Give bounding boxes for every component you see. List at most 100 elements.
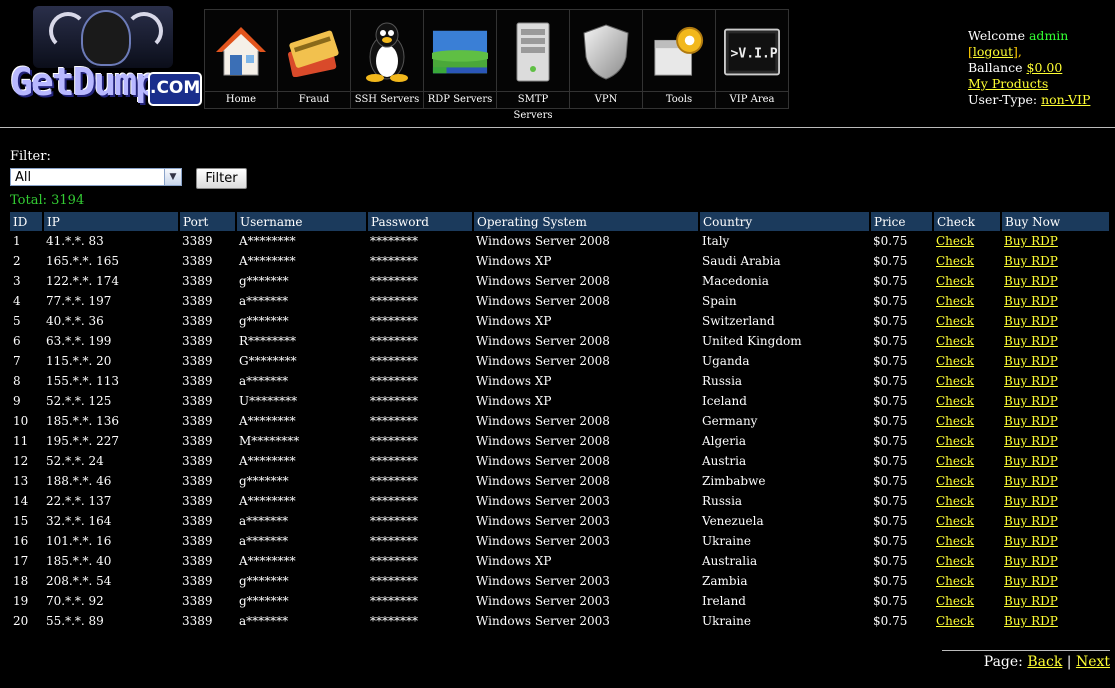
nav-ssh-servers[interactable]: SSH Servers <box>351 10 424 108</box>
cell-ip: 55.*.*. 89 <box>46 614 104 628</box>
cell-id: 12 <box>13 454 29 468</box>
cell-username: A******** <box>239 414 296 428</box>
buy-rdp-link[interactable]: Buy RDP <box>1004 454 1058 468</box>
check-link[interactable]: Check <box>936 254 974 268</box>
check-link[interactable]: Check <box>936 294 974 308</box>
cell-buy: Buy RDP <box>1001 471 1109 491</box>
check-link[interactable]: Check <box>936 374 974 388</box>
buy-rdp-link[interactable]: Buy RDP <box>1004 274 1058 288</box>
cell-country: Iceland <box>702 394 747 408</box>
buy-rdp-link[interactable]: Buy RDP <box>1004 414 1058 428</box>
buy-rdp-link[interactable]: Buy RDP <box>1004 314 1058 328</box>
buy-rdp-link[interactable]: Buy RDP <box>1004 614 1058 628</box>
welcome-line: Welcome admin [logout], <box>968 28 1115 60</box>
user-type-link[interactable]: non-VIP <box>1041 92 1090 107</box>
buy-rdp-link[interactable]: Buy RDP <box>1004 434 1058 448</box>
buy-rdp-link[interactable]: Buy RDP <box>1004 374 1058 388</box>
my-products-link[interactable]: My Products <box>968 76 1048 91</box>
check-link[interactable]: Check <box>936 274 974 288</box>
buy-rdp-link[interactable]: Buy RDP <box>1004 574 1058 588</box>
nav-fraud[interactable]: Fraud <box>278 10 351 108</box>
cell-price: $0.75 <box>873 234 908 248</box>
cell-check: Check <box>933 231 1001 251</box>
table-header-row: ID IP Port Username Password Operating System… <box>10 212 1109 231</box>
cell-password: ******** <box>370 314 418 328</box>
balance-line: Ballance $0.00 <box>968 60 1115 76</box>
cell-os: Windows Server 2003 <box>476 534 610 548</box>
nav-smtp-servers[interactable]: SMTP Servers <box>497 10 570 121</box>
cell-password: ******** <box>370 334 418 348</box>
filter-select[interactable]: All ▼ <box>10 168 182 186</box>
buy-rdp-link[interactable]: Buy RDP <box>1004 474 1058 488</box>
buy-rdp-link[interactable]: Buy RDP <box>1004 334 1058 348</box>
nav-home[interactable]: Home <box>205 10 278 108</box>
cell-port: 3389 <box>182 554 213 568</box>
filter-button[interactable]: Filter <box>196 168 247 189</box>
check-link[interactable]: Check <box>936 514 974 528</box>
check-link[interactable]: Check <box>936 554 974 568</box>
buy-rdp-link[interactable]: Buy RDP <box>1004 494 1058 508</box>
cell-price: $0.75 <box>873 394 908 408</box>
main-nav: Home Fraud SSH Servers RDP Servers SMTP … <box>204 9 789 121</box>
balance-link[interactable]: $0.00 <box>1027 60 1063 75</box>
cell-id: 11 <box>13 434 29 448</box>
back-link[interactable]: Back <box>1027 654 1062 670</box>
table-row: 10 185.*.*. 136 3389 A******** ******** Windo… <box>10 411 1109 431</box>
nav-vpn[interactable]: VPN <box>570 10 643 108</box>
cell-os: Windows XP <box>476 374 552 388</box>
check-link[interactable]: Check <box>936 474 974 488</box>
table-row: 12 52.*.*. 24 3389 A******** ******** Windows… <box>10 451 1109 471</box>
next-link[interactable]: Next <box>1076 654 1110 670</box>
buy-rdp-link[interactable]: Buy RDP <box>1004 514 1058 528</box>
table-row: 11 195.*.*. 227 3389 M******** ******** Windo… <box>10 431 1109 451</box>
check-link[interactable]: Check <box>936 454 974 468</box>
check-link[interactable]: Check <box>936 334 974 348</box>
table-row: 14 22.*.*. 137 3389 A******** ******** Window… <box>10 491 1109 511</box>
cell-port: 3389 <box>182 594 213 608</box>
check-link[interactable]: Check <box>936 494 974 508</box>
nav-tools[interactable]: Tools <box>643 10 716 108</box>
site-logo[interactable]: GetDumps .COM <box>8 4 202 108</box>
cell-ip: 63.*.*. 199 <box>46 334 112 348</box>
buy-rdp-link[interactable]: Buy RDP <box>1004 294 1058 308</box>
check-link[interactable]: Check <box>936 234 974 248</box>
check-link[interactable]: Check <box>936 594 974 608</box>
buy-rdp-link[interactable]: Buy RDP <box>1004 594 1058 608</box>
buy-rdp-link[interactable]: Buy RDP <box>1004 234 1058 248</box>
server-tower-icon <box>505 16 561 88</box>
cell-username: g******* <box>239 594 289 608</box>
cell-country: Zambia <box>702 574 748 588</box>
check-link[interactable]: Check <box>936 434 974 448</box>
cell-username: g******* <box>239 314 289 328</box>
table-row: 19 70.*.*. 92 3389 g******* ******** Windows … <box>10 591 1109 611</box>
nav-rdp-servers[interactable]: RDP Servers <box>424 10 497 108</box>
cell-os: Windows Server 2003 <box>476 514 610 528</box>
cell-username: a******* <box>239 294 289 308</box>
check-link[interactable]: Check <box>936 614 974 628</box>
buy-rdp-link[interactable]: Buy RDP <box>1004 354 1058 368</box>
check-link[interactable]: Check <box>936 314 974 328</box>
check-link[interactable]: Check <box>936 574 974 588</box>
cell-buy: Buy RDP <box>1001 431 1109 451</box>
cell-price: $0.75 <box>873 454 908 468</box>
check-link[interactable]: Check <box>936 414 974 428</box>
buy-rdp-link[interactable]: Buy RDP <box>1004 534 1058 548</box>
chevron-down-icon[interactable]: ▼ <box>164 169 181 185</box>
buy-rdp-link[interactable]: Buy RDP <box>1004 394 1058 408</box>
cell-port: 3389 <box>182 374 213 388</box>
cell-price: $0.75 <box>873 574 908 588</box>
check-link[interactable]: Check <box>936 394 974 408</box>
check-link[interactable]: Check <box>936 534 974 548</box>
cell-id: 8 <box>13 374 21 388</box>
buy-rdp-link[interactable]: Buy RDP <box>1004 554 1058 568</box>
cell-id: 13 <box>13 474 29 488</box>
cell-os: Windows Server 2008 <box>476 234 610 248</box>
logout-link[interactable]: logout <box>973 44 1013 59</box>
cell-id: 5 <box>13 314 21 328</box>
buy-rdp-link[interactable]: Buy RDP <box>1004 254 1058 268</box>
logout-bracket-close: ], <box>1013 44 1022 59</box>
nav-vip-area[interactable]: >V.I.P VIP Area <box>716 10 788 108</box>
cell-os: Windows Server 2008 <box>476 454 610 468</box>
check-link[interactable]: Check <box>936 354 974 368</box>
cell-check: Check <box>933 431 1001 451</box>
